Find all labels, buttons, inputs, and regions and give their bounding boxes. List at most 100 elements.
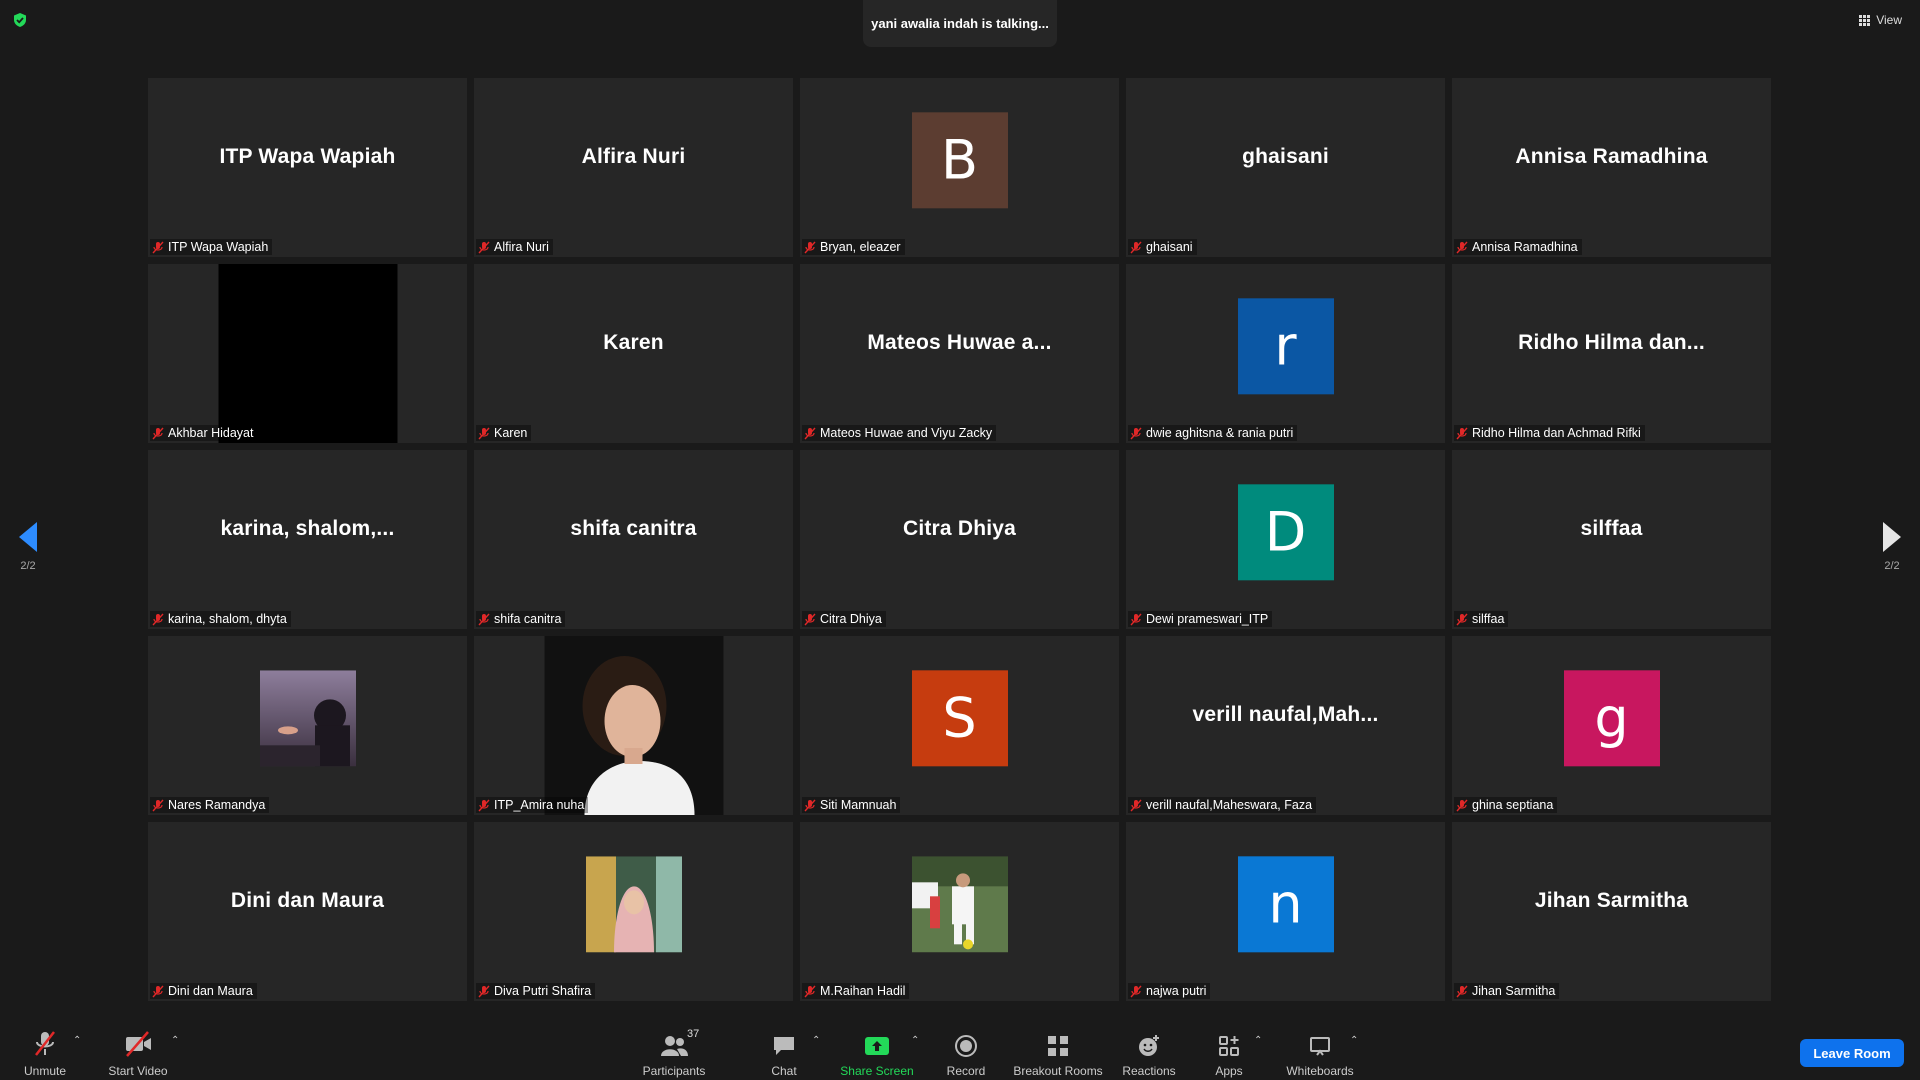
security-shield-icon[interactable] <box>12 12 28 28</box>
muted-mic-icon <box>152 241 164 253</box>
participant-name-label: Alfira Nuri <box>476 239 553 255</box>
whiteboard-icon <box>1310 1037 1330 1056</box>
participant-name-label: ghina septiana <box>1454 797 1558 813</box>
meeting-toolbar: Unmute ⌃ Start Video ⌃ 37 Participants C… <box>0 1020 1920 1080</box>
participant-tile[interactable]: Alfira Nuri Alfira Nuri <box>474 78 793 257</box>
participant-tile[interactable]: Nares Ramandya <box>148 636 467 815</box>
participant-name-label: M.Raihan Hadil <box>802 983 910 999</box>
participant-name-label: Akhbar Hidayat <box>150 425 258 441</box>
apps-options-caret-icon[interactable]: ⌃ <box>1254 1035 1262 1046</box>
participant-name-label: ITP_Amira nuha <box>476 797 589 813</box>
participant-display-name: Mateos Huwae a... <box>867 330 1052 354</box>
initial-avatar: D <box>1237 483 1334 580</box>
participant-tile[interactable]: Jihan Sarmitha Jihan Sarmitha <box>1452 822 1771 1001</box>
participant-tile[interactable]: karina, shalom,... karina, shalom, dhyta <box>148 450 467 629</box>
participant-tile[interactable]: ITP_Amira nuha <box>474 636 793 815</box>
muted-mic-icon <box>1456 241 1468 253</box>
participant-name: ITP Wapa Wapiah <box>168 240 269 254</box>
participant-name-label: Siti Mamnuah <box>802 797 901 813</box>
participant-tile[interactable]: Citra Dhiya Citra Dhiya <box>800 450 1119 629</box>
leave-room-button[interactable]: Leave Room <box>1800 1039 1904 1067</box>
apps-button[interactable]: Apps <box>1179 1030 1279 1078</box>
participant-tile[interactable]: n najwa putri <box>1126 822 1445 1001</box>
participant-tile[interactable]: Annisa Ramadhina Annisa Ramadhina <box>1452 78 1771 257</box>
view-label: View <box>1876 13 1902 27</box>
participants-count: 37 <box>687 1028 700 1040</box>
muted-mic-icon <box>1456 613 1468 625</box>
next-page-button[interactable]: 2/2 <box>1872 522 1912 572</box>
participant-name-label: verill naufal,Maheswara, Faza <box>1128 797 1317 813</box>
muted-mic-icon <box>478 241 490 253</box>
breakout-rooms-icon <box>1048 1036 1068 1056</box>
participant-name: Diva Putri Shafira <box>494 984 592 998</box>
muted-mic-icon <box>804 799 816 811</box>
participant-tile[interactable]: Mateos Huwae a... Mateos Huwae and Viyu Z… <box>800 264 1119 443</box>
participant-tile[interactable]: verill naufal,Mah... verill naufal,Mahesw… <box>1126 636 1445 815</box>
participant-name: ghina septiana <box>1472 798 1554 812</box>
participant-name: shifa canitra <box>494 612 562 626</box>
participant-name: Nares Ramandya <box>168 798 266 812</box>
participant-name-label: Mateos Huwae and Viyu Zacky <box>802 425 997 441</box>
video-options-caret-icon[interactable]: ⌃ <box>171 1035 179 1046</box>
muted-mic-icon <box>1130 799 1142 811</box>
participant-name: Dewi prameswari_ITP <box>1146 612 1269 626</box>
participants-button[interactable]: 37 Participants <box>624 1028 724 1078</box>
profile-photo <box>911 855 1008 952</box>
whiteboard-options-caret-icon[interactable]: ⌃ <box>1350 1035 1358 1046</box>
participant-name: dwie aghitsna & rania putri <box>1146 426 1294 440</box>
participant-name-label: Diva Putri Shafira <box>476 983 596 999</box>
muted-mic-icon <box>1130 613 1142 625</box>
participant-tile[interactable]: B Bryan, eleazer <box>800 78 1119 257</box>
page-indicator-left: 2/2 <box>20 560 36 572</box>
record-button[interactable]: Record <box>916 1030 1016 1078</box>
muted-mic-icon <box>804 985 816 997</box>
muted-mic-icon <box>152 427 164 439</box>
muted-mic-icon <box>152 613 164 625</box>
participant-tile[interactable]: S Siti Mamnuah <box>800 636 1119 815</box>
participant-tile[interactable]: M.Raihan Hadil <box>800 822 1119 1001</box>
apps-icon <box>1219 1036 1239 1056</box>
participant-name: Alfira Nuri <box>494 240 549 254</box>
participant-name: verill naufal,Maheswara, Faza <box>1146 798 1313 812</box>
participant-name: Jihan Sarmitha <box>1472 984 1556 998</box>
right-arrow-icon <box>1883 522 1901 552</box>
chat-options-caret-icon[interactable]: ⌃ <box>812 1035 820 1046</box>
participant-tile[interactable]: D Dewi prameswari_ITP <box>1126 450 1445 629</box>
participant-tile[interactable]: g ghina septiana <box>1452 636 1771 815</box>
reactions-label: Reactions <box>1122 1064 1176 1078</box>
previous-page-button[interactable]: 2/2 <box>8 522 48 572</box>
participant-name-label: Ridho Hilma dan Achmad Rifki <box>1454 425 1645 441</box>
record-label: Record <box>946 1064 986 1078</box>
participant-name: M.Raihan Hadil <box>820 984 906 998</box>
participant-tile[interactable]: Diva Putri Shafira <box>474 822 793 1001</box>
share-screen-icon <box>865 1037 889 1055</box>
participant-display-name: silffaa <box>1580 516 1643 540</box>
participant-tile[interactable]: r dwie aghitsna & rania putri <box>1126 264 1445 443</box>
participant-tile[interactable]: ITP Wapa Wapiah ITP Wapa Wapiah <box>148 78 467 257</box>
participant-name: najwa putri <box>1146 984 1207 998</box>
breakout-rooms-button[interactable]: Breakout Rooms <box>1008 1030 1108 1078</box>
video-feed <box>544 636 723 815</box>
participant-display-name: Karen <box>603 330 664 354</box>
participant-name: ghaisani <box>1146 240 1193 254</box>
view-button[interactable]: View <box>1859 10 1902 30</box>
participant-name: Bryan, eleazer <box>820 240 901 254</box>
participant-gallery: ITP Wapa Wapiah ITP Wapa Wapiah Alfira Nur… <box>148 78 1773 1003</box>
active-speaker-banner: yani awalia indah is talking... <box>863 0 1057 47</box>
whiteboards-label: Whiteboards <box>1286 1064 1354 1078</box>
muted-mic-icon <box>1456 985 1468 997</box>
muted-mic-icon <box>804 613 816 625</box>
participant-tile[interactable]: Karen Karen <box>474 264 793 443</box>
participant-tile[interactable]: shifa canitra shifa canitra <box>474 450 793 629</box>
participant-name: karina, shalom, dhyta <box>168 612 287 626</box>
participant-name-label: karina, shalom, dhyta <box>150 611 291 627</box>
participant-name-label: Annisa Ramadhina <box>1454 239 1582 255</box>
muted-mic-icon <box>478 799 490 811</box>
audio-options-caret-icon[interactable]: ⌃ <box>73 1035 81 1046</box>
participant-tile[interactable]: ghaisani ghaisani <box>1126 78 1445 257</box>
participant-tile[interactable]: Dini dan Maura Dini dan Maura <box>148 822 467 1001</box>
participant-name-label: Citra Dhiya <box>802 611 886 627</box>
participant-tile[interactable]: Akhbar Hidayat <box>148 264 467 443</box>
participant-tile[interactable]: Ridho Hilma dan... Ridho Hilma dan Achmad… <box>1452 264 1771 443</box>
participant-tile[interactable]: silffaa silffaa <box>1452 450 1771 629</box>
